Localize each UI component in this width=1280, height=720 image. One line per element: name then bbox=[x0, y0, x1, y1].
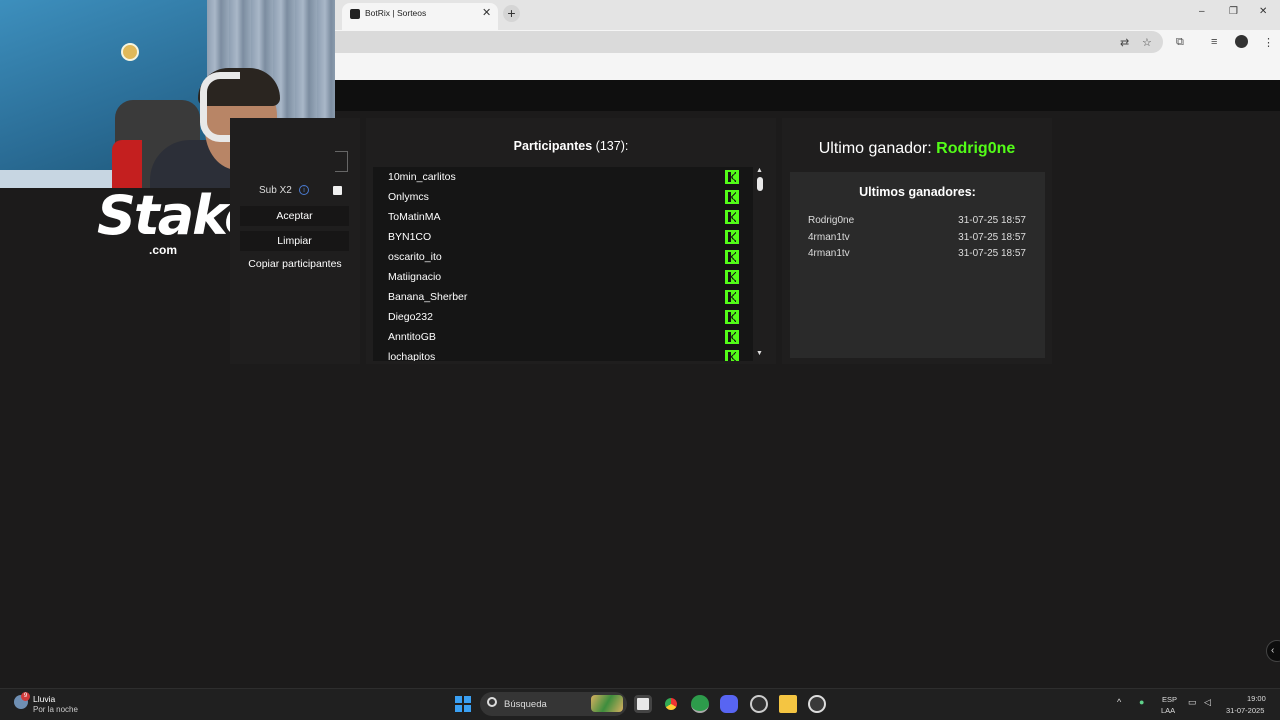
kick-icon bbox=[725, 350, 739, 361]
kick-icon bbox=[725, 190, 739, 204]
winner-date: 31-07-25 18:57 bbox=[958, 248, 1026, 259]
last-winner-label: Ultimo ganador: bbox=[818, 140, 932, 157]
kick-icon bbox=[725, 230, 739, 244]
microphone-icon[interactable]: ● bbox=[1139, 697, 1144, 707]
participant-name: AnntitoGB bbox=[388, 331, 436, 343]
list-item[interactable]: BYN1CO bbox=[373, 227, 753, 247]
kick-icon bbox=[725, 170, 739, 184]
clock-date[interactable]: 31-07-2025 bbox=[1226, 706, 1264, 715]
last-winner-heading: Ultimo ganador: Rodrig0ne bbox=[782, 140, 1052, 158]
volume-icon[interactable]: ◁ bbox=[1204, 697, 1211, 708]
list-item[interactable]: oscarito_ito bbox=[373, 247, 753, 267]
winner-date: 31-07-25 18:57 bbox=[958, 215, 1026, 226]
participant-name: BYN1CO bbox=[388, 231, 432, 243]
participant-name: Matiignacio bbox=[388, 271, 442, 283]
chrome-icon[interactable] bbox=[662, 695, 680, 713]
participant-name: Onlymcs bbox=[388, 191, 429, 203]
media-player-icon[interactable] bbox=[808, 695, 826, 713]
side-panel-toggle-icon[interactable]: ‹ bbox=[1266, 640, 1280, 662]
media-control-icon[interactable]: ≡ bbox=[1211, 36, 1217, 48]
list-item[interactable]: Onlymcs bbox=[373, 187, 753, 207]
participants-title: Participantes bbox=[513, 139, 593, 153]
minimize-icon[interactable]: – bbox=[1199, 6, 1205, 17]
winner-name: 4rman1tv bbox=[808, 248, 850, 259]
list-item[interactable]: Banana_Sherber bbox=[373, 287, 753, 307]
scroll-down-icon[interactable]: ▼ bbox=[756, 350, 763, 357]
kick-icon bbox=[725, 330, 739, 344]
language-indicator[interactable]: ESP bbox=[1162, 695, 1177, 704]
close-window-icon[interactable]: ✕ bbox=[1259, 6, 1267, 17]
chrome-profile-icon[interactable] bbox=[691, 695, 709, 713]
botrix-favicon-icon bbox=[350, 9, 360, 19]
kick-icon bbox=[725, 310, 739, 324]
winner-row: 4rman1tv 31-07-25 18:57 bbox=[808, 232, 1026, 248]
stake-logo-suffix: .com bbox=[149, 243, 178, 257]
kick-icon bbox=[725, 290, 739, 304]
recent-winners-box bbox=[790, 172, 1045, 358]
list-item[interactable]: ToMatinMA bbox=[373, 207, 753, 227]
kick-icon bbox=[725, 250, 739, 264]
extensions-icon[interactable]: ⧉ bbox=[1176, 36, 1184, 49]
bookmark-star-icon[interactable]: ☆ bbox=[1142, 36, 1152, 49]
winner-date: 31-07-25 18:57 bbox=[958, 232, 1026, 243]
weather-badge: 9 bbox=[21, 692, 30, 701]
last-winner-name: Rodrig0ne bbox=[936, 140, 1016, 157]
weather-subtitle[interactable]: Por la noche bbox=[33, 705, 78, 714]
discord-icon[interactable] bbox=[720, 695, 738, 713]
kick-icon bbox=[725, 210, 739, 224]
participants-scrollbar-thumb[interactable] bbox=[757, 177, 763, 191]
sub-multiplier-label: Sub X2 bbox=[259, 185, 292, 196]
participants-list[interactable]: 10min_carlitos Onlymcs ToMatinMA BYN1CO … bbox=[373, 167, 753, 361]
winner-name: Rodrig0ne bbox=[808, 215, 855, 226]
list-item[interactable]: Matiignacio bbox=[373, 267, 753, 287]
raffle-input[interactable] bbox=[335, 151, 348, 172]
search-placeholder: Búsqueda bbox=[504, 699, 547, 710]
participant-name: lochapitos bbox=[388, 351, 436, 361]
participants-heading: Participantes (137): bbox=[366, 139, 776, 153]
tab-title: BotRix | Sorteos bbox=[365, 8, 427, 18]
info-icon[interactable]: i bbox=[299, 185, 309, 195]
keyboard-layout[interactable]: LAA bbox=[1161, 706, 1175, 715]
restore-icon[interactable]: ❐ bbox=[1229, 6, 1238, 17]
kick-icon bbox=[725, 270, 739, 284]
translate-icon[interactable]: ⇄ bbox=[1120, 36, 1129, 49]
winner-row: Rodrig0ne 31-07-25 18:57 bbox=[808, 215, 1026, 231]
list-item[interactable]: Diego232 bbox=[373, 307, 753, 327]
profile-avatar-icon[interactable] bbox=[1235, 35, 1248, 48]
recent-winners-title: Ultimos ganadores: bbox=[859, 185, 976, 199]
network-icon[interactable]: ▭ bbox=[1188, 697, 1197, 708]
new-tab-button[interactable]: + bbox=[503, 5, 520, 22]
participant-name: Banana_Sherber bbox=[388, 291, 468, 303]
participant-name: 10min_carlitos bbox=[388, 171, 456, 183]
copy-participants-button[interactable]: Copiar participantes bbox=[240, 258, 350, 270]
tray-chevron-icon[interactable]: ^ bbox=[1117, 697, 1121, 707]
sub-multiplier-checkbox[interactable] bbox=[333, 186, 342, 195]
clear-button[interactable]: Limpiar bbox=[240, 231, 349, 251]
obs-icon[interactable] bbox=[750, 695, 768, 713]
address-bar[interactable] bbox=[335, 31, 1163, 53]
list-item[interactable]: AnntitoGB bbox=[373, 327, 753, 347]
browser-menu-icon[interactable]: ⋮ bbox=[1263, 36, 1274, 49]
gaming-chair-accent bbox=[112, 140, 142, 188]
search-highlight-image bbox=[591, 695, 623, 712]
winner-name: 4rman1tv bbox=[808, 232, 850, 243]
accept-button[interactable]: Aceptar bbox=[240, 206, 349, 226]
task-view-icon[interactable] bbox=[634, 695, 652, 713]
scroll-up-icon[interactable]: ▲ bbox=[756, 167, 763, 174]
windows-start-icon[interactable] bbox=[455, 696, 471, 712]
participants-count: (137): bbox=[595, 139, 629, 153]
participant-name: oscarito_ito bbox=[388, 251, 442, 263]
list-item[interactable]: 10min_carlitos bbox=[373, 167, 753, 187]
participant-name: ToMatinMA bbox=[388, 211, 441, 223]
clock-time[interactable]: 19:00 bbox=[1247, 694, 1266, 703]
winner-row: 4rman1tv 31-07-25 18:57 bbox=[808, 248, 1026, 264]
list-item[interactable]: lochapitos bbox=[373, 347, 753, 361]
participant-name: Diego232 bbox=[388, 311, 433, 323]
file-explorer-icon[interactable] bbox=[779, 695, 797, 713]
weather-title[interactable]: Lluvia bbox=[33, 694, 55, 704]
wall-medallion bbox=[121, 43, 139, 61]
search-icon bbox=[487, 697, 497, 707]
close-tab-icon[interactable]: ✕ bbox=[482, 6, 491, 19]
site-navbar bbox=[335, 80, 1280, 111]
